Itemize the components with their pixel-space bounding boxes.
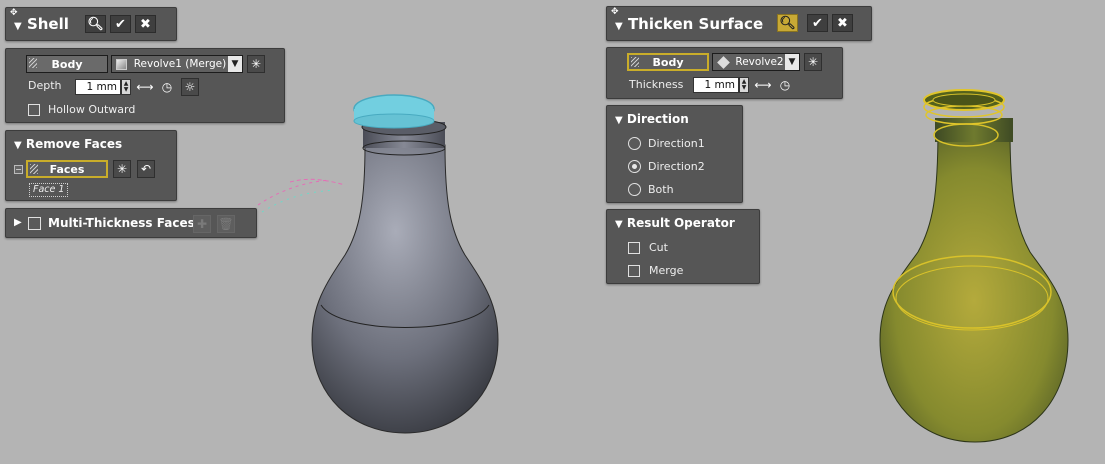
collapse-triangle-icon[interactable]: ▼ (615, 21, 623, 32)
cut-checkbox[interactable] (628, 242, 640, 254)
hollow-outward-checkbox[interactable] (28, 104, 40, 116)
direction-title: Direction (626, 112, 689, 126)
direction1-radio[interactable] (628, 137, 641, 150)
cancel-button[interactable]: ✖ (832, 14, 853, 32)
thicken-options-button[interactable]: ✳ (804, 53, 822, 71)
remove-faces-panel: ▼ Remove Faces − Faces ✳ ↶ Face 1 (5, 130, 177, 201)
remove-faces-title: Remove Faces (25, 137, 123, 151)
shell-vase-model[interactable] (311, 94, 499, 434)
shell-options-button[interactable]: ✳ (247, 55, 265, 73)
thicken-header-panel: ✥ ▼ Thicken Surface 🔍︎ ✔ ✖ (606, 6, 872, 41)
thicken-options-panel: Body Revolve2 ▼ ✳ Thickness 1 mm ▲ ▼ ⟷ ◷ (606, 47, 843, 99)
result-operator-panel: ▼ Result Operator Cut Merge (606, 209, 760, 284)
collapse-triangle-icon[interactable]: ▼ (615, 115, 623, 126)
close-icon: ✖ (837, 15, 848, 31)
light-button[interactable]: ☼ (181, 78, 199, 96)
direction2-label: Direction2 (648, 160, 705, 173)
delete-thickness-button[interactable]: 🗑︎ (217, 215, 235, 233)
check-icon: ✔ (115, 16, 126, 32)
chevron-down-icon[interactable]: ▼ (785, 54, 799, 70)
sparkle-icon: ✳ (116, 162, 128, 176)
shell-body-dropdown[interactable]: Revolve1 (Merge) ▼ (111, 55, 243, 73)
thickness-label: Thickness (629, 78, 684, 91)
chevron-down-icon[interactable]: ▼ (228, 56, 242, 72)
close-icon: ✖ (140, 16, 151, 32)
measure-button[interactable]: ⟷ (754, 76, 772, 94)
add-thickness-button[interactable]: ✚ (193, 215, 211, 233)
cancel-button[interactable]: ✖ (135, 15, 156, 33)
cut-label: Cut (649, 241, 668, 254)
shell-options-panel: Body Revolve1 (Merge) ▼ ✳ Depth 1 mm ▲ ▼ … (5, 48, 285, 123)
direction-panel: ▼ Direction Direction1 Direction2 Both (606, 105, 743, 203)
depth-input[interactable]: 1 mm (75, 79, 121, 95)
faces-options-button[interactable]: ✳ (113, 160, 131, 178)
thicken-body-button[interactable]: Body (627, 53, 709, 71)
multi-thickness-checkbox[interactable] (28, 217, 41, 230)
thickness-spinner[interactable]: ▲ ▼ (739, 77, 749, 93)
collapse-tree-icon[interactable]: − (14, 165, 23, 174)
shell-title: Shell (26, 15, 69, 33)
undo-icon: ↶ (140, 162, 152, 176)
thicken-vase-model[interactable] (879, 89, 1069, 443)
ok-button[interactable]: ✔ (110, 15, 131, 33)
both-radio[interactable] (628, 183, 641, 196)
preview-button[interactable]: 🔍︎ (85, 15, 106, 33)
thicken-title: Thicken Surface (627, 15, 764, 33)
sun-icon: ☼ (184, 80, 196, 94)
thickness-input[interactable]: 1 mm (693, 77, 739, 93)
result-operator-title: Result Operator (626, 216, 735, 230)
measure-button[interactable]: ⟷ (136, 78, 154, 96)
variable-button[interactable]: ◷ (158, 78, 176, 96)
clock-icon: ◷ (161, 80, 173, 94)
multi-thickness-panel: ▶ Multi-Thickness Faces ✚ 🗑︎ (5, 208, 257, 238)
hollow-outward-label: Hollow Outward (48, 103, 136, 116)
clock-icon: ◷ (779, 78, 791, 92)
ruler-icon: ⟷ (136, 80, 154, 94)
direction2-radio[interactable] (628, 160, 641, 173)
shell-header-panel: ✥ ▼ Shell 🔍︎ ✔ ✖ (5, 7, 177, 41)
preview-button[interactable]: 🔍︎ (777, 14, 798, 32)
faces-undo-button[interactable]: ↶ (137, 160, 155, 178)
viewport-artifacts (257, 178, 346, 213)
merge-checkbox[interactable] (628, 265, 640, 277)
magnifier-icon: 🔍︎ (87, 16, 104, 32)
collapse-triangle-icon[interactable]: ▼ (14, 21, 22, 32)
sparkle-icon: ✳ (250, 57, 262, 71)
direction1-label: Direction1 (648, 137, 705, 150)
collapse-triangle-icon[interactable]: ▼ (14, 140, 22, 151)
ok-button[interactable]: ✔ (807, 14, 828, 32)
shell-body-button[interactable]: Body (26, 55, 108, 73)
face-hatch-icon (30, 164, 38, 174)
sparkle-icon: ✳ (807, 55, 819, 69)
diamond-icon (717, 55, 730, 69)
collapse-triangle-icon[interactable]: ▼ (615, 219, 623, 230)
check-icon: ✔ (812, 15, 823, 31)
ruler-icon: ⟷ (754, 78, 772, 92)
trash-icon: 🗑︎ (218, 217, 234, 231)
thicken-body-dropdown[interactable]: Revolve2 ▼ (712, 53, 800, 71)
selected-face-item[interactable]: Face 1 (29, 183, 69, 197)
depth-spinner[interactable]: ▲ ▼ (121, 79, 131, 95)
merge-label: Merge (649, 264, 684, 277)
plus-icon: ✚ (196, 217, 208, 231)
cube-icon (116, 58, 127, 70)
depth-label: Depth (28, 79, 62, 92)
both-label: Both (648, 183, 674, 196)
faces-button[interactable]: Faces (26, 160, 108, 178)
body-hatch-icon (29, 58, 37, 68)
multi-thickness-title: Multi-Thickness Faces (48, 216, 195, 230)
body-hatch-icon (631, 57, 639, 67)
expand-triangle-icon[interactable]: ▶ (14, 217, 22, 228)
variable-button[interactable]: ◷ (776, 76, 794, 94)
magnifier-list-icon: 🔍︎ (779, 15, 796, 31)
